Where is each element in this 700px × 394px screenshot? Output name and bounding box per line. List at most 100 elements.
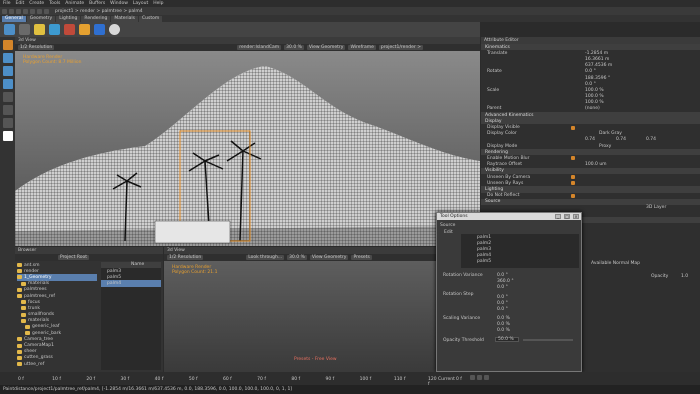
- menu-animate[interactable]: Animate: [65, 1, 84, 6]
- scaling-variance-y[interactable]: 0.0 %: [497, 322, 510, 327]
- unseen-camera-checkbox[interactable]: [571, 175, 575, 180]
- tab-general[interactable]: General: [2, 15, 26, 22]
- shading-dropdown[interactable]: Presets: [351, 255, 372, 260]
- rotation-step-x[interactable]: 0.0 °: [497, 295, 508, 300]
- play-icon[interactable]: [477, 375, 482, 380]
- display-color-dropdown[interactable]: Dark Gray: [599, 131, 622, 136]
- layer-dropdown[interactable]: 3D Layer: [646, 205, 666, 210]
- menu-tools[interactable]: Tools: [49, 1, 60, 6]
- viewport-path[interactable]: project1/render >: [378, 45, 423, 50]
- rotation-variance-z[interactable]: 0.0 °: [497, 285, 508, 290]
- rotation-variance-y[interactable]: 360.0 °: [497, 279, 514, 284]
- scale-y-field[interactable]: 100.0 %: [585, 94, 604, 99]
- source-item[interactable]: palm5: [461, 259, 579, 265]
- tree-item[interactable]: uttee_ref: [17, 361, 97, 367]
- maximize-icon[interactable]: □: [564, 214, 570, 219]
- color-b-field[interactable]: 0.74: [646, 137, 656, 142]
- color-swatch-icon[interactable]: [2, 131, 13, 141]
- scale-z-field[interactable]: 100.0 %: [585, 100, 604, 105]
- resolution-dropdown[interactable]: 1/2 Resolution: [18, 45, 55, 50]
- sphere-icon[interactable]: [109, 24, 120, 35]
- view-geometry-dropdown[interactable]: View Geometry: [306, 45, 346, 50]
- sculpt-tool-icon[interactable]: [2, 105, 13, 115]
- menu-create[interactable]: Create: [29, 1, 44, 6]
- normal-map-dropdown[interactable]: Available Normal Map: [591, 261, 640, 266]
- translate-x-field[interactable]: -1.2854 m: [585, 51, 608, 56]
- undo-icon[interactable]: [23, 8, 28, 14]
- current-frame-field[interactable]: 0 f: [456, 377, 462, 382]
- redo-icon[interactable]: [30, 8, 35, 14]
- scaling-variance-x[interactable]: 0.0 %: [497, 316, 510, 321]
- shading-dropdown[interactable]: Wireframe: [348, 45, 376, 50]
- close-icon[interactable]: ×: [573, 214, 579, 219]
- shield-icon[interactable]: [94, 24, 105, 35]
- motion-blur-checkbox[interactable]: [571, 156, 575, 161]
- opacity-threshold-slider[interactable]: [523, 339, 573, 341]
- light-icon[interactable]: [34, 24, 45, 35]
- opacity-field[interactable]: 1.0: [681, 274, 688, 279]
- color-g-field[interactable]: 0.74: [616, 137, 626, 142]
- measure-tool-icon[interactable]: [2, 118, 13, 128]
- back-icon[interactable]: [37, 8, 42, 14]
- display-mode-dropdown[interactable]: Proxy: [599, 144, 611, 149]
- file-item[interactable]: palm4: [101, 280, 161, 287]
- forward-end-icon[interactable]: [484, 375, 489, 380]
- paint-tool-icon[interactable]: [2, 92, 13, 102]
- menu-buffers[interactable]: Buffers: [89, 1, 105, 6]
- plane-icon[interactable]: [49, 24, 60, 35]
- reflect-checkbox[interactable]: [571, 193, 575, 198]
- raytrace-offset-field[interactable]: 100.0 um: [585, 162, 607, 167]
- rotate-y-field[interactable]: 188.3596 °: [585, 76, 610, 81]
- scaling-variance-z[interactable]: 0.0 %: [497, 328, 510, 333]
- rotation-step-z[interactable]: 0.0 °: [497, 307, 508, 312]
- forward-icon[interactable]: [44, 8, 49, 14]
- dialog-titlebar[interactable]: Tool Options _ □ ×: [437, 213, 581, 220]
- view-geometry-dropdown[interactable]: View Geometry: [309, 255, 349, 260]
- open-icon[interactable]: [9, 8, 14, 14]
- tab-custom[interactable]: Custom: [139, 15, 163, 22]
- zoom-field[interactable]: 30.0 %: [284, 45, 304, 50]
- rotate-x-field[interactable]: 0.0 °: [585, 69, 596, 74]
- scene-path[interactable]: project1 > render > palmtree > palm4: [55, 9, 143, 14]
- move-tool-icon[interactable]: [2, 53, 13, 63]
- tab-lighting[interactable]: Lighting: [56, 15, 81, 22]
- rotate-z-field[interactable]: 0.0 °: [585, 82, 596, 87]
- menu-edit[interactable]: Edit: [16, 1, 25, 6]
- display-visible-checkbox[interactable]: [571, 125, 575, 130]
- brush-icon[interactable]: [79, 24, 90, 35]
- arrow-icon[interactable]: [4, 24, 15, 35]
- timeline[interactable]: 0 f 10 f 20 f 30 f 40 f 50 f 60 f 70 f 80 f 90 f 1…: [0, 372, 700, 387]
- opacity-threshold-field[interactable]: 50.0 %: [495, 337, 519, 342]
- select-tool-icon[interactable]: [2, 40, 13, 50]
- menu-layout[interactable]: Layout: [133, 1, 148, 6]
- rotation-variance-x[interactable]: 0.0 °: [497, 273, 508, 278]
- rotate-tool-icon[interactable]: [2, 66, 13, 76]
- camera-icon[interactable]: [19, 24, 30, 35]
- menu-file[interactable]: File: [3, 1, 11, 6]
- ortho-view[interactable]: Hardware Render Polygon Count: 21.1 Pres…: [164, 261, 480, 372]
- tab-geometry[interactable]: Geometry: [26, 15, 56, 22]
- parent-field[interactable]: (none): [585, 106, 600, 111]
- resolution-dropdown[interactable]: 1/2 Resolution: [167, 255, 204, 260]
- rotation-step-y[interactable]: 0.0 °: [497, 301, 508, 306]
- camera-dropdown[interactable]: Look through...: [246, 255, 285, 260]
- rewind-icon[interactable]: [470, 375, 475, 380]
- minimize-icon[interactable]: _: [555, 214, 561, 219]
- translate-y-field[interactable]: 16.3661 m: [585, 57, 609, 62]
- tab-materials[interactable]: Materials: [111, 15, 139, 22]
- cube-icon[interactable]: [64, 24, 75, 35]
- tab-rendering[interactable]: Rendering: [81, 15, 111, 22]
- zoom-field[interactable]: 30.0 %: [287, 255, 307, 260]
- menu-window[interactable]: Window: [110, 1, 128, 6]
- menu-help[interactable]: Help: [153, 1, 163, 6]
- scene-render[interactable]: Hardware Render Polygon Count: 8.7 Milli…: [15, 51, 480, 246]
- root-dropdown[interactable]: Project Root: [58, 255, 90, 260]
- scale-tool-icon[interactable]: [2, 79, 13, 89]
- unseen-rays-checkbox[interactable]: [571, 181, 575, 186]
- camera-dropdown[interactable]: render:IslandCam: [237, 45, 282, 50]
- color-r-field[interactable]: 0.74: [585, 137, 595, 142]
- translate-z-field[interactable]: 637.4536 m: [585, 63, 612, 68]
- scale-x-field[interactable]: 100.0 %: [585, 88, 604, 93]
- save-icon[interactable]: [16, 8, 21, 14]
- new-icon[interactable]: [2, 8, 7, 14]
